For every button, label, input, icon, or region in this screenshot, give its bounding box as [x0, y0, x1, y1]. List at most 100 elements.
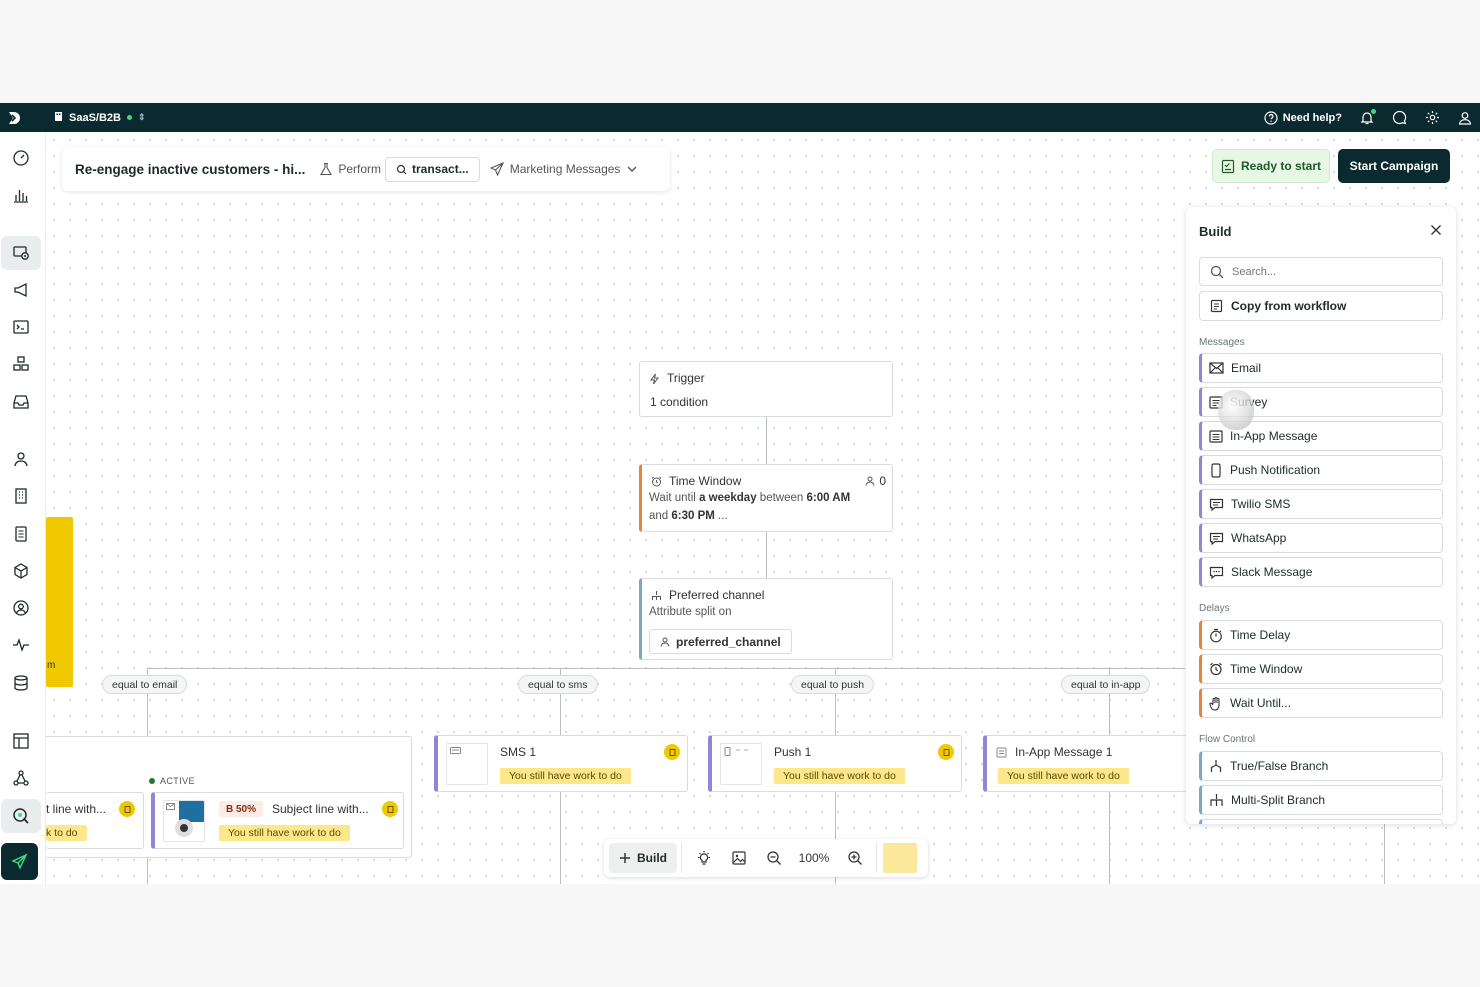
build-item-time-delay[interactable]: Time Delay	[1199, 620, 1443, 650]
trigger-title: Trigger	[667, 371, 705, 385]
inapp-icon	[996, 747, 1007, 758]
branch-label-email[interactable]: equal to email	[102, 675, 188, 694]
build-item-slack[interactable]: Slack Message	[1199, 557, 1443, 587]
nav-analytics[interactable]	[1, 178, 41, 212]
nav-broadcasts[interactable]	[1, 273, 41, 307]
pulse-icon	[13, 638, 29, 652]
profile-button[interactable]	[1458, 111, 1472, 125]
nav-inbox[interactable]	[1, 385, 41, 419]
build-item-label: Email	[1231, 361, 1262, 375]
build-item-true-false-branch[interactable]: True/False Branch	[1199, 751, 1443, 781]
notification-dot	[1371, 108, 1376, 114]
chat-button[interactable]	[1392, 110, 1407, 125]
nav-people[interactable]	[1, 442, 41, 476]
build-item-email[interactable]: Email	[1199, 353, 1443, 383]
build-item-label: Twilio SMS	[1231, 497, 1291, 511]
search-input[interactable]	[1232, 265, 1432, 278]
time-window-count: 0	[865, 474, 886, 488]
branch-label-push[interactable]: equal to push	[791, 675, 875, 694]
sticky-note[interactable]: m	[46, 517, 73, 687]
nav-objects-cube[interactable]	[1, 554, 41, 588]
nav-objects[interactable]	[1, 347, 41, 381]
build-item-whatsapp[interactable]: WhatsApp	[1199, 523, 1443, 553]
person-small-icon	[865, 476, 875, 486]
branch-label-inapp[interactable]: equal to in-app	[1061, 675, 1151, 694]
trigger-node[interactable]: Trigger 1 condition	[639, 361, 893, 417]
nav-campaigns[interactable]	[1, 236, 41, 270]
time-window-title: Time Window	[669, 474, 742, 488]
split-attribute: preferred_channel	[676, 634, 781, 649]
hand-icon	[1209, 696, 1220, 711]
build-search[interactable]	[1199, 257, 1443, 286]
toolbar-build-button[interactable]: Build	[609, 843, 677, 873]
sms-warning: You still have work to do	[500, 768, 631, 784]
goal[interactable]: Perform	[319, 162, 381, 176]
build-item-twilio-sms[interactable]: Twilio SMS	[1199, 489, 1443, 519]
time-window-node[interactable]: Time Window 0 Wait until a weekday betwe…	[639, 464, 893, 532]
ready-label: Ready to start	[1240, 159, 1322, 173]
gauge-icon	[13, 150, 29, 166]
inapp-message-icon	[1209, 429, 1223, 443]
alarm-clock-icon	[1210, 662, 1222, 676]
nav-journeys[interactable]	[1, 799, 41, 833]
copy-icon	[1210, 299, 1223, 313]
notifications-button[interactable]	[1360, 108, 1376, 125]
subscription-topic[interactable]: Marketing Messages	[489, 162, 639, 176]
build-item-label: Push Notification	[1230, 463, 1321, 477]
nav-profile-circle[interactable]	[1, 591, 41, 625]
canvas-toolbar: Build 100%	[604, 839, 928, 877]
toolbar-build-label: Build	[637, 851, 667, 865]
top-bar: SaaS/B2B ⇕ Need help?	[0, 103, 1480, 132]
paper-plane-icon	[11, 853, 28, 870]
tips-button[interactable]	[686, 843, 721, 873]
nav-integrations[interactable]	[1, 761, 41, 795]
split-attribute-pill[interactable]: preferred_channel	[649, 629, 792, 654]
edge-branch-bar	[147, 668, 1185, 669]
close-button[interactable]	[1430, 223, 1442, 241]
email-node-active[interactable]: B 50% Subject line with... You still hav…	[151, 792, 404, 849]
campaign-title[interactable]: Re-engage inactive customers - hi...	[75, 162, 305, 177]
sms-node[interactable]: SMS 1 You still have work to do	[434, 735, 688, 792]
nav-data[interactable]	[1, 666, 41, 700]
workspace-switcher[interactable]: SaaS/B2B ⇕	[54, 111, 146, 124]
build-item-label: Wait Until...	[1230, 696, 1291, 710]
nav-accounts[interactable]	[1, 479, 41, 513]
push-node[interactable]: Push 1 You still have work to do	[708, 735, 962, 792]
inapp-title: In-App Message 1	[1015, 745, 1113, 759]
build-item-more[interactable]	[1199, 819, 1443, 824]
plus-icon	[620, 853, 630, 863]
add-sticky-note-button[interactable]	[883, 843, 917, 873]
logo[interactable]	[0, 103, 28, 132]
attribute-split-node[interactable]: Preferred channel Attribute split on pre…	[639, 578, 893, 660]
building-outline-icon	[15, 488, 27, 504]
phone-icon	[724, 747, 748, 756]
nav-segments[interactable]	[1, 517, 41, 551]
zoom-in-button[interactable]	[837, 843, 872, 873]
branch-label-sms[interactable]: equal to sms	[518, 675, 598, 694]
warning-icon	[382, 801, 398, 817]
email-active-status: ACTIVE	[149, 776, 195, 786]
workflow-canvas[interactable]: Re-engage inactive customers - hi... Per…	[46, 132, 1480, 884]
build-item-label: In-App Message	[1230, 429, 1318, 443]
nav-layout[interactable]	[1, 724, 41, 758]
stopwatch-icon	[1210, 628, 1222, 642]
nav-send[interactable]	[1, 843, 38, 880]
cursor-hand-icon	[1218, 390, 1254, 430]
build-item-multi-split-branch[interactable]: Multi-Split Branch	[1199, 785, 1443, 815]
ready-to-start-button[interactable]: Ready to start	[1212, 149, 1330, 183]
email-node-partial[interactable]: t line with... k to do	[46, 792, 144, 849]
start-campaign-button[interactable]: Start Campaign	[1338, 149, 1450, 183]
copy-from-workflow-button[interactable]: Copy from workflow	[1199, 291, 1443, 321]
build-item-push[interactable]: Push Notification	[1199, 455, 1443, 485]
build-item-time-window[interactable]: Time Window	[1199, 654, 1443, 684]
nav-dashboard[interactable]	[1, 141, 41, 175]
zoom-out-button[interactable]	[756, 843, 791, 873]
export-image-button[interactable]	[721, 843, 756, 873]
inapp-node[interactable]: In-App Message 1 You still have work to …	[983, 735, 1193, 792]
nav-transactional[interactable]	[1, 310, 41, 344]
goal-event-pill[interactable]: transact...	[385, 156, 480, 182]
help-link[interactable]: Need help?	[1264, 110, 1342, 125]
settings-button[interactable]	[1425, 110, 1440, 125]
nav-activity[interactable]	[1, 628, 41, 662]
build-item-wait-until[interactable]: Wait Until...	[1199, 688, 1443, 718]
